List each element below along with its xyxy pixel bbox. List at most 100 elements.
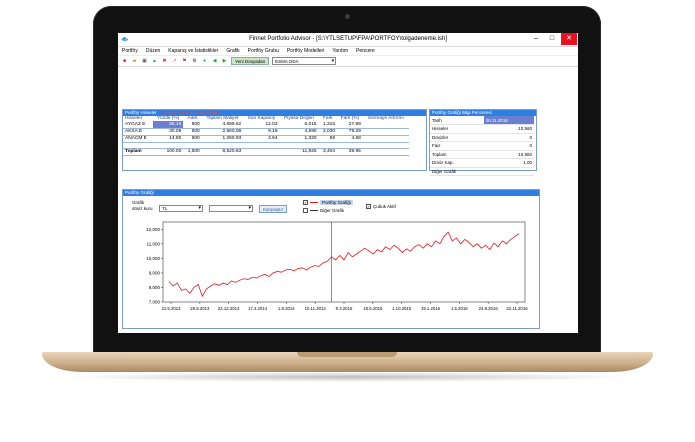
menu-item[interactable]: Düzen [146,48,160,54]
refresh-icon[interactable]: ● [201,58,208,65]
chart-pane-header: Portföy Grafiği [123,190,539,196]
column-header[interactable]: Fark (%) [337,116,363,121]
work-area: Portföy Hisseler Portföy Sistemi Özet Bi… [118,67,578,333]
info-row: Toplam 10,560 [430,150,534,159]
info-row: Hisseler 10,560 [430,124,534,134]
info-pane: Portföy Grafiği Bilgi Penceresi Tarih 28.… [429,109,537,176]
flag-icon[interactable]: ⚑ [181,58,188,65]
checkbox-icon: ✓ [366,204,371,210]
portfolio-pane-title: Portföy Hisseler [125,110,157,115]
info-label: Hisseler [430,124,484,134]
menu-item[interactable]: Yardım [332,48,348,54]
total-cell: 39.95 [337,147,363,156]
table-row[interactable]: AKSA E 30.05 500 2,560.08 9.18 4,590 2,030 79.2… [123,128,409,136]
tools-icon[interactable]: ⚙ [191,58,198,65]
info-value: 1.00 [483,158,534,168]
table-cell: 1,320 [279,135,319,143]
table-cell [362,121,409,129]
column-header[interactable]: Sermaye Artırımı [363,116,409,121]
new-icon[interactable]: ■ [121,58,128,65]
open-folder-icon[interactable]: ▰ [131,58,138,65]
y-tick-label: 12,000 [146,227,160,232]
table-cell: 2,030 [318,128,337,136]
minimize-button[interactable]: – [528,33,544,45]
camera-icon [345,14,350,19]
info-row: Faiz 0 [430,141,534,151]
table-cell: 2.64 [243,135,280,143]
table-cell: 1,315 [318,121,337,129]
x-tick-label: 1.8.2014 [278,306,295,311]
table-cell: AKSA E [123,128,153,136]
compare-button[interactable]: Karşılaştır [259,205,288,213]
x-tick-label: 1.5.2016 [451,306,468,311]
info-label: Faiz [430,141,484,151]
menu-item[interactable]: Kapanış ve İstatistikler [168,48,218,54]
file-select[interactable]: ESMA.DDA [272,57,337,65]
table-cell: 2,560.08 [201,128,244,136]
portfolio-pane: Portföy Hisseler Portföy Sistemi Özet Bi… [122,109,427,171]
total-cell: 100.00 [152,147,184,156]
y-tick-label: 10,000 [146,256,160,261]
legend-portfolio[interactable]: ✓ Portföy Grafiği [303,200,353,206]
info-row: Diğer Grafik [430,167,534,176]
stock-icon[interactable]: ▲ [151,58,158,65]
back-icon[interactable]: ◀ [211,58,218,65]
bar-active-checkbox[interactable]: ✓ Çubuk Aktif [366,204,396,210]
table-cell: 500 [183,128,202,136]
table-row[interactable]: AYGAZ E 55.16 500 4,699.62 12.03 6,015 1,315 27… [123,121,409,129]
menu-item[interactable]: Pencere [356,48,375,54]
x-tick-label: 8.3.2015 [336,306,353,311]
y-tick-label: 8,000 [149,285,161,290]
compare-select[interactable] [209,205,253,212]
laptop-notch [297,352,397,357]
close-button[interactable]: ✕ [561,33,577,45]
menu-bar: Portföy Düzen Kapanış ve İstatistikler Graf… [118,47,578,56]
y-tick-label: 7,000 [149,300,161,305]
x-tick-label: 18.6.2015 [363,306,383,311]
table-cell: 4.68 [337,135,363,143]
menu-item[interactable]: Portföy [122,48,138,54]
legend-other[interactable]: Diğer Grafik [303,208,344,214]
x-tick-label: 19.1.2016 [421,306,441,311]
menu-item[interactable]: Grafik [226,48,239,54]
table-cell: 79.29 [337,128,363,136]
chart-icon[interactable]: ↗ [171,58,178,65]
table-cell: 27.99 [337,121,363,129]
info-row: Tarih 28.11.2016 [430,116,534,125]
table-cell: AYGAZ E [123,121,153,129]
new-file-button[interactable]: Yeni Dosyadan [231,57,270,65]
column-header[interactable]: Yüzde (%) [153,116,183,121]
currency-select[interactable]: TL [159,205,203,212]
checkbox-icon [303,208,308,214]
checkbox-icon: ✓ [303,200,308,206]
table-cell: 500 [183,121,202,129]
column-header[interactable]: Toplam Maliyet [202,116,244,121]
table-cell: 59 [318,135,337,143]
x-tick-label: 24.8.2016 [479,306,499,311]
menu-item[interactable]: Portföy Grubu [248,48,279,54]
y-tick-label: 11,000 [147,241,161,246]
table-cell: ANACM E [123,135,153,143]
menu-item[interactable]: Portföy Modelleri [287,48,325,54]
laptop-shadow [60,372,635,382]
save-icon[interactable]: ▣ [141,58,148,65]
info-label: Toplam [430,150,484,159]
chart-pane: Portföy Grafiği Grafik döviz kuru TL Kar… [122,189,540,329]
table-cell [362,128,409,136]
column-header[interactable]: Piyasa Değeri [280,116,319,121]
info-value: 10,560 [483,150,534,159]
portfolio-pane-subtitle: Portföy Sistemi Özet Bilgileri [162,110,219,115]
table-cell [362,135,409,143]
toolbar: ■ ▰ ▣ ▲ ✖ ↗ ⚑ ⚙ ● ◀ ▶ Yeni Dosyadan ESMA… [118,56,578,67]
info-value: 0 [483,141,534,151]
x-tick-label: 22.11.2016 [506,306,528,311]
table-cell: 500 [183,135,202,143]
delete-icon[interactable]: ✖ [161,58,168,65]
forward-icon[interactable]: ▶ [221,58,228,65]
total-cell: 3,404 [318,147,337,156]
column-header[interactable]: Son Kapanış [243,116,279,121]
info-row: Doviz Kap. 1.00 [430,158,534,168]
y-tick-label: 9,000 [149,271,161,276]
table-row[interactable]: ANACM E 14.80 500 1,260.93 2.64 1,320 59 4.68 [123,135,409,143]
maximize-button[interactable]: □ [544,33,560,45]
